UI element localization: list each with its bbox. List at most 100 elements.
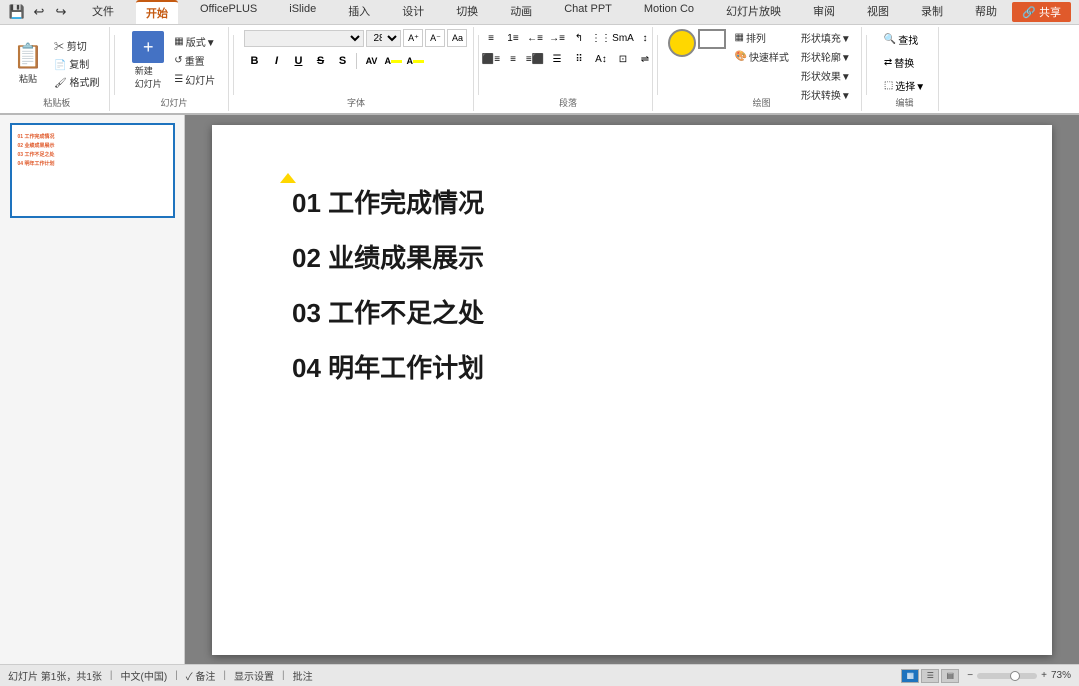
shapes-row-1	[668, 29, 726, 57]
shape-convert-button[interactable]: 形状转换▼	[797, 86, 855, 103]
menu-review[interactable]: 审阅	[803, 0, 845, 24]
slide-thumbnail-1[interactable]: 1 01 工作完成情况 02 业绩成果展示 03 工作不足之处 04 明年工作计…	[10, 123, 175, 218]
view-slide-btn[interactable]: ▤	[941, 669, 959, 683]
quick-access-toolbar[interactable]: 💾 ↩ ↪	[8, 0, 70, 24]
italic-icon: I	[275, 55, 278, 67]
align-center-button[interactable]: ≡	[503, 50, 523, 68]
menu-transition[interactable]: 切换	[446, 0, 488, 24]
align-right-button[interactable]: ≡⬛	[525, 50, 545, 68]
columns-button[interactable]: ⋮⋮	[591, 29, 611, 47]
save-btn[interactable]: 💾	[8, 3, 26, 21]
view-normal-btn[interactable]: ▦	[901, 669, 919, 683]
new-slide-button[interactable]: + 新建幻灯片	[128, 29, 168, 92]
ribbon: 📋 粘贴 ✂ 剪切 📄 复制 🖌 格式刷 粘贴板 + 新建幻灯片 ▦ 版式▼	[0, 25, 1079, 115]
slide-item-4[interactable]: 04 明年工作计划	[272, 348, 992, 385]
quick-style-button[interactable]: 🎨 快速样式	[730, 48, 792, 65]
paste-label: 粘贴	[19, 72, 37, 85]
font-color-button[interactable]: A	[383, 52, 403, 70]
clipboard-small-btns: ✂ 剪切 📄 复制 🖌 格式刷	[50, 37, 103, 90]
undo-btn[interactable]: ↩	[30, 3, 48, 21]
circle-shape[interactable]	[668, 29, 696, 57]
font-family-select[interactable]	[244, 30, 364, 47]
decrease-indent-button[interactable]: ←≡	[525, 29, 545, 47]
drawing-group: ▦ 排列 🎨 快速样式 形状填充▼ 形状轮廓▼ 形状效果▼ 形状转换▼ 绘图	[662, 27, 861, 111]
display-settings-label[interactable]: 显示设置	[234, 668, 274, 683]
view-outline-btn[interactable]: ☰	[921, 669, 939, 683]
shadow-button[interactable]: S	[332, 52, 352, 70]
menu-start[interactable]: 开始	[136, 0, 178, 24]
cursor-indicator	[280, 173, 296, 183]
highlight-button[interactable]: A	[405, 52, 425, 70]
char-spacing-button[interactable]: AV	[361, 52, 381, 70]
fmt-sep	[356, 53, 357, 69]
thumb-line-1: 01 工作完成情况	[18, 133, 167, 140]
font-size-decrease-btn[interactable]: A⁻	[425, 29, 445, 47]
slide-item-3[interactable]: 03 工作不足之处	[272, 293, 992, 330]
shapes-col	[668, 29, 726, 103]
shape-effect-button[interactable]: 形状效果▼	[797, 67, 855, 84]
cut-button[interactable]: ✂ 剪切	[50, 37, 103, 54]
menu-file[interactable]: 文件	[82, 0, 124, 24]
replace-button[interactable]: ⇄ 替换	[877, 52, 932, 73]
slides-section-button[interactable]: ☰ 幻灯片	[170, 71, 219, 88]
find-button[interactable]: 🔍 查找	[877, 29, 932, 50]
menu-animation[interactable]: 动画	[500, 0, 542, 24]
main-area: 1 01 工作完成情况 02 业绩成果展示 03 工作不足之处 04 明年工作计…	[0, 115, 1079, 664]
font-size-select[interactable]: 28	[366, 30, 401, 47]
text-align-vert-button[interactable]: ⊡	[613, 50, 633, 68]
zoom-plus-btn[interactable]: +	[1041, 670, 1047, 681]
menu-bar[interactable]: 💾 ↩ ↪ 文件 开始 OfficePLUS iSlide 插入 设计 切换 动…	[8, 0, 1007, 24]
menu-slideshow[interactable]: 幻灯片放映	[716, 0, 791, 24]
menu-islide[interactable]: iSlide	[279, 0, 326, 24]
menu-help[interactable]: 帮助	[965, 0, 1007, 24]
smartart-button[interactable]: SmA	[613, 29, 633, 47]
slide-canvas[interactable]: 01 工作完成情况 02 业绩成果展示 03 工作不足之处 04 明年工作计划	[212, 125, 1052, 655]
menu-insert[interactable]: 插入	[338, 0, 380, 24]
font-group-label: 字体	[347, 96, 365, 109]
redo-btn[interactable]: ↪	[52, 3, 70, 21]
copy-button[interactable]: 📄 复制	[50, 55, 103, 72]
layout-button[interactable]: ▦ 版式▼	[170, 33, 219, 50]
italic-button[interactable]: I	[266, 52, 286, 70]
status-right: ▦ ☰ ▤ − + 73%	[901, 669, 1071, 683]
font-clear-btn[interactable]: Aa	[447, 29, 467, 47]
zoom-level[interactable]: 73%	[1051, 670, 1071, 681]
comments-label[interactable]: 批注	[293, 668, 313, 683]
convert-smartart-button[interactable]: ⇌	[635, 50, 655, 68]
line-spacing-button[interactable]: ↕	[635, 29, 655, 47]
shape-fill-button[interactable]: 形状填充▼	[797, 29, 855, 46]
increase-indent-button[interactable]: →≡	[547, 29, 567, 47]
strikethrough-button[interactable]: S	[310, 52, 330, 70]
slide-item-2[interactable]: 02 业绩成果展示	[272, 238, 992, 275]
dist-button[interactable]: ⠿	[569, 50, 589, 68]
list-bullet-button[interactable]: ≡	[481, 29, 501, 47]
text-direction-button[interactable]: A↕	[591, 50, 611, 68]
zoom-minus-btn[interactable]: −	[967, 670, 973, 681]
bold-button[interactable]: B	[244, 52, 264, 70]
canvas-area[interactable]: 01 工作完成情况 02 业绩成果展示 03 工作不足之处 04 明年工作计划	[185, 115, 1079, 664]
rtl-button[interactable]: ↰	[569, 29, 589, 47]
menu-view[interactable]: 视图	[857, 0, 899, 24]
select-button[interactable]: ⬚ 选择▼	[877, 75, 932, 96]
format-painter-button[interactable]: 🖌 格式刷	[50, 73, 103, 90]
shape-outline-button[interactable]: 形状轮廓▼	[797, 48, 855, 65]
list-number-button[interactable]: 1≡	[503, 29, 523, 47]
align-left-button[interactable]: ⬛≡	[481, 50, 501, 68]
paste-button[interactable]: 📋 粘贴	[10, 38, 46, 88]
reset-button[interactable]: ↺ 重置	[170, 52, 219, 69]
menu-record[interactable]: 录制	[911, 0, 953, 24]
zoom-slider-thumb[interactable]	[1010, 671, 1020, 681]
slide-content: 01 工作完成情况 02 业绩成果展示 03 工作不足之处 04 明年工作计划	[272, 165, 992, 403]
menu-chatppt[interactable]: Chat PPT	[554, 0, 622, 24]
arrange-button[interactable]: ▦ 排列	[730, 29, 792, 46]
underline-button[interactable]: U	[288, 52, 308, 70]
justify-button[interactable]: ☰	[547, 50, 567, 68]
font-size-increase-btn[interactable]: A⁺	[403, 29, 423, 47]
menu-design[interactable]: 设计	[392, 0, 434, 24]
share-button[interactable]: 🔗 共享	[1012, 2, 1071, 22]
slide-item-1[interactable]: 01 工作完成情况	[272, 183, 992, 220]
menu-motionco[interactable]: Motion Co	[634, 0, 704, 24]
menu-officeplus[interactable]: OfficePLUS	[190, 0, 267, 24]
zoom-slider[interactable]	[977, 673, 1037, 679]
rect-shape[interactable]	[698, 29, 726, 49]
